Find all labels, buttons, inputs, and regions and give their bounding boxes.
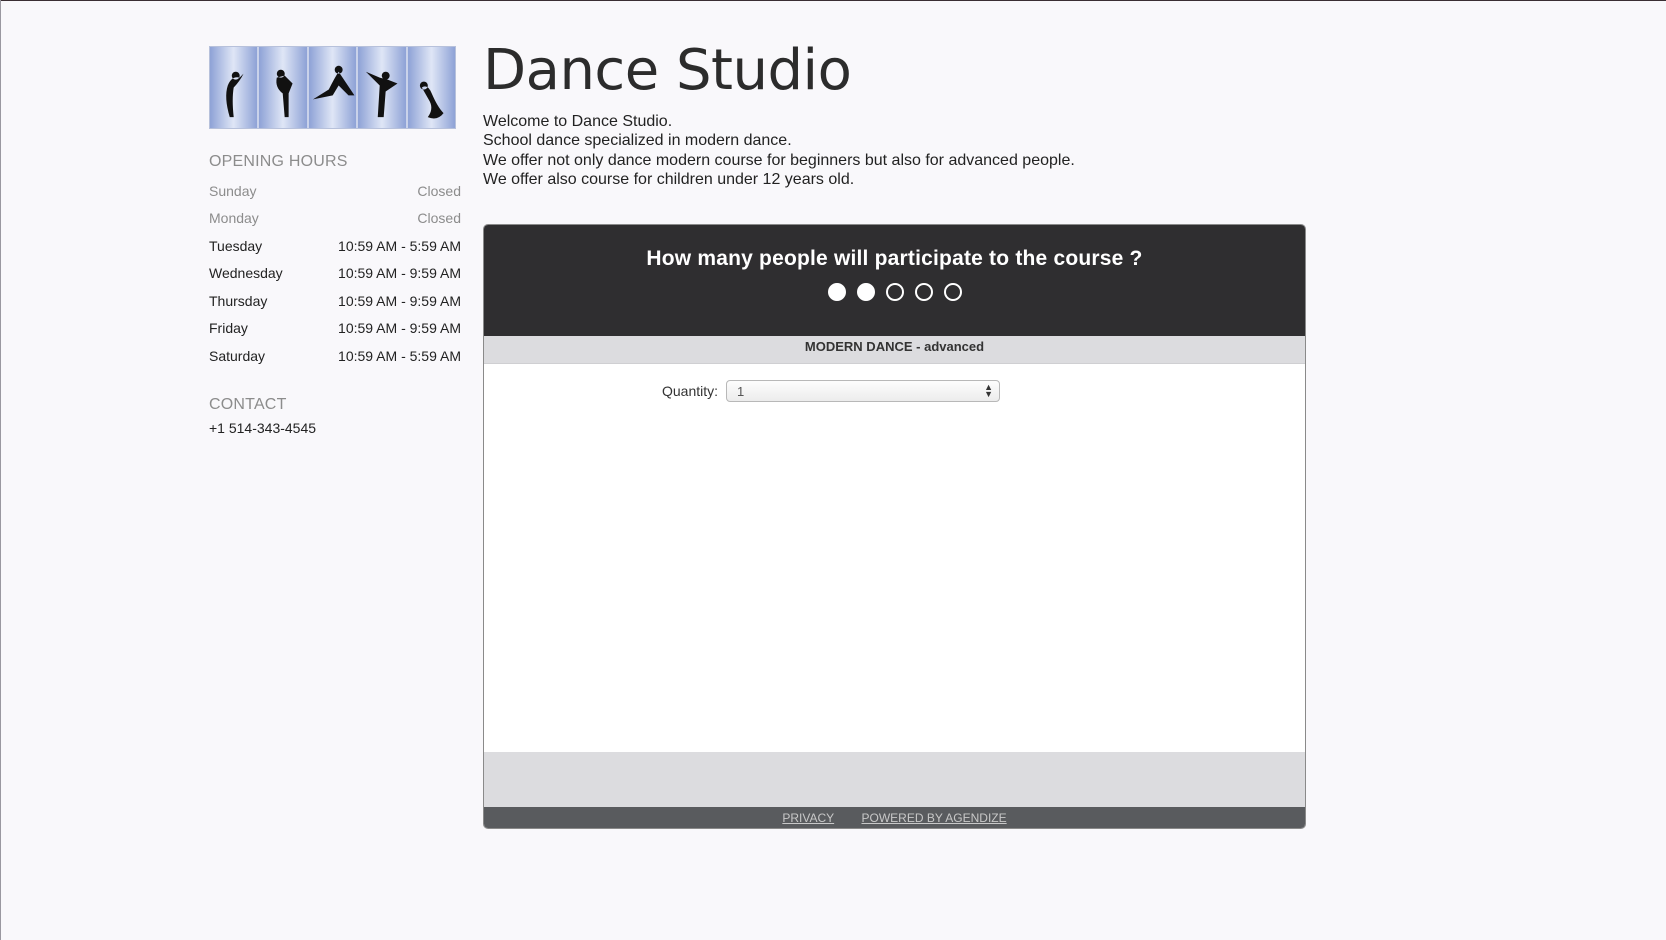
quantity-select[interactable]: 1 ▲ ▼: [726, 380, 1001, 402]
hours-day: Monday: [209, 210, 259, 227]
powered-by-link[interactable]: POWERED BY AGENDIZE: [861, 811, 1006, 825]
dancer-silhouette-5: [407, 47, 456, 128]
booking-widget: How many people will participate to the …: [483, 224, 1306, 829]
hours-time: 10:59 AM - 5:59 AM: [338, 347, 461, 364]
step-dot-3: [885, 283, 904, 301]
page-title: Dance Studio: [483, 38, 852, 103]
booking-widget-links: PRIVACY POWERED BY AGENDIZE: [484, 807, 1305, 828]
dancer-silhouette-4: [358, 47, 406, 128]
hours-time: 10:59 AM - 9:59 AM: [338, 320, 461, 337]
hours-day: Thursday: [209, 292, 268, 309]
intro-line: School dance specialized in modern dance…: [483, 132, 792, 150]
booking-widget-body: Quantity: 1 ▲ ▼: [484, 364, 1305, 752]
contact-title: CONTACT: [209, 395, 287, 413]
dancer-silhouette-3: [308, 47, 357, 128]
booking-widget-header: How many people will participate to the …: [484, 225, 1305, 336]
opening-hours-list: Sunday Closed Monday Closed Tuesday 10:5…: [209, 177, 461, 370]
booking-widget-footer: [484, 752, 1305, 807]
booking-question: How many people will participate to the …: [646, 247, 1143, 270]
step-dot-1: [827, 283, 846, 301]
hours-day: Friday: [209, 320, 248, 337]
dancer-silhouette-1: [210, 47, 258, 128]
intro-line: We offer also course for children under …: [483, 171, 855, 189]
left-border: [0, 0, 1, 940]
quantity-row: Quantity: 1 ▲ ▼: [662, 380, 1001, 402]
hours-row-monday: Monday Closed: [209, 205, 461, 233]
select-arrows-icon: ▲ ▼: [984, 382, 994, 399]
contact-phone: +1 514-343-4545: [209, 419, 317, 436]
hours-day: Sunday: [209, 182, 257, 199]
intro-text: Welcome to Dance Studio. School dance sp…: [483, 112, 1307, 190]
step-dot-5: [943, 283, 962, 301]
hours-time: 10:59 AM - 9:59 AM: [338, 265, 461, 282]
hours-day: Wednesday: [209, 265, 283, 282]
privacy-link[interactable]: PRIVACY: [782, 811, 834, 825]
intro-line: Welcome to Dance Studio.: [483, 112, 673, 130]
hours-time: Closed: [417, 182, 461, 199]
hours-time: 10:59 AM - 5:59 AM: [338, 237, 461, 254]
sidebar: OPENING HOURS Sunday Closed Monday Close…: [209, 46, 461, 436]
step-indicator: [484, 283, 1305, 301]
dancer-silhouette-2: [259, 47, 307, 128]
main-content: Dance Studio Welcome to Dance Studio. Sc…: [483, 40, 1307, 190]
hours-day: Tuesday: [209, 237, 263, 254]
hours-row-thursday: Thursday 10:59 AM - 9:59 AM: [209, 287, 461, 315]
hours-time: 10:59 AM - 9:59 AM: [338, 292, 461, 309]
top-border: [0, 0, 1666, 1]
hours-row-tuesday: Tuesday 10:59 AM - 5:59 AM: [209, 232, 461, 260]
quantity-label: Quantity:: [662, 383, 719, 399]
intro-line: We offer not only dance modern course fo…: [483, 151, 1075, 169]
hours-day: Saturday: [209, 347, 266, 364]
step-dot-2: [856, 283, 875, 301]
quantity-selected-value: 1: [737, 383, 745, 399]
hours-row-sunday: Sunday Closed: [209, 177, 461, 205]
opening-hours-title: OPENING HOURS: [209, 153, 348, 170]
course-name: MODERN DANCE - advanced: [484, 336, 1305, 364]
studio-logo: [209, 46, 456, 129]
hours-row-friday: Friday 10:59 AM - 9:59 AM: [209, 315, 461, 343]
hours-time: Closed: [417, 210, 461, 227]
step-dot-4: [914, 283, 933, 301]
hours-row-saturday: Saturday 10:59 AM - 5:59 AM: [209, 342, 461, 370]
hours-row-wednesday: Wednesday 10:59 AM - 9:59 AM: [209, 260, 461, 288]
